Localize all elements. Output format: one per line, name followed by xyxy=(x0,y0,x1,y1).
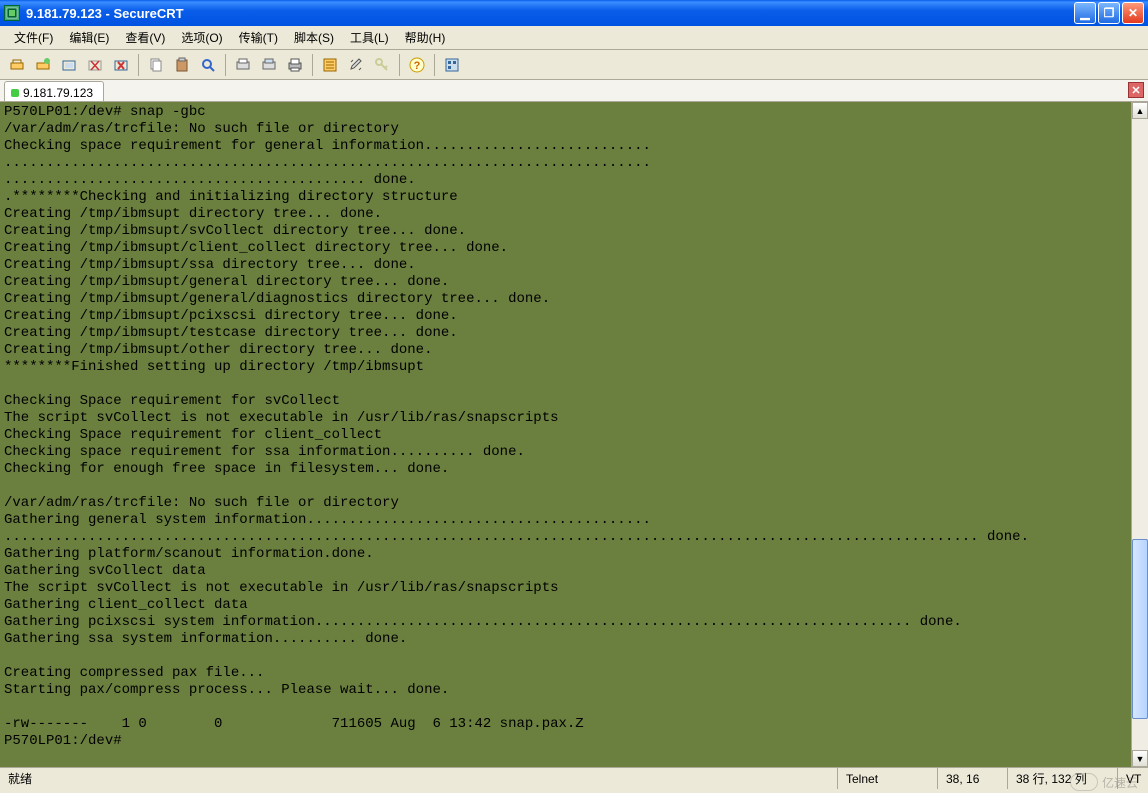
print-screen-icon[interactable] xyxy=(232,54,254,76)
menu-edit[interactable]: 编辑(E) xyxy=(61,27,117,48)
app-icon xyxy=(4,5,20,21)
scroll-track[interactable] xyxy=(1132,119,1148,750)
scroll-down-icon[interactable]: ▼ xyxy=(1132,750,1148,767)
help-icon[interactable]: ? xyxy=(406,54,428,76)
print-selection-icon[interactable] xyxy=(258,54,280,76)
watermark-text: 亿速云 xyxy=(1102,774,1138,791)
scroll-thumb[interactable] xyxy=(1132,539,1148,719)
statusbar: 就绪 Telnet 38, 16 38 行, 132 列 VT xyxy=(0,767,1148,789)
find-icon[interactable] xyxy=(197,54,219,76)
copy-icon[interactable] xyxy=(145,54,167,76)
tab-status-icon xyxy=(11,89,19,97)
toolbar: ? xyxy=(0,50,1148,80)
window-title: 9.181.79.123 - SecureCRT xyxy=(26,6,184,21)
scroll-up-icon[interactable]: ▲ xyxy=(1132,102,1148,119)
toolbar-separator xyxy=(312,54,313,76)
reconnect-icon[interactable] xyxy=(58,54,80,76)
status-cursor: 38, 16 xyxy=(938,768,1008,789)
tab-label: 9.181.79.123 xyxy=(23,86,93,100)
disconnect-all-icon[interactable] xyxy=(110,54,132,76)
menu-view[interactable]: 查看(V) xyxy=(117,27,173,48)
key-icon[interactable] xyxy=(371,54,393,76)
cloud-icon xyxy=(1070,773,1098,791)
minimize-button[interactable]: ▁ xyxy=(1074,2,1096,24)
toolbar-separator xyxy=(225,54,226,76)
paste-icon[interactable] xyxy=(171,54,193,76)
properties-icon[interactable] xyxy=(319,54,341,76)
svg-text:?: ? xyxy=(414,60,421,72)
terminal-area: P570LP01:/dev# snap -gbc /var/adm/ras/tr… xyxy=(0,102,1148,767)
menu-file[interactable]: 文件(F) xyxy=(6,27,61,48)
titlebar: 9.181.79.123 - SecureCRT ▁ ❐ ✕ xyxy=(0,0,1148,26)
tab-close-button[interactable]: ✕ xyxy=(1128,82,1144,98)
menu-options[interactable]: 选项(O) xyxy=(173,27,230,48)
scrollbar[interactable]: ▲ ▼ xyxy=(1131,102,1148,767)
status-ready: 就绪 xyxy=(0,768,838,789)
close-button[interactable]: ✕ xyxy=(1122,2,1144,24)
toolbar-separator xyxy=(434,54,435,76)
print-icon[interactable] xyxy=(284,54,306,76)
watermark: 亿速云 xyxy=(1070,773,1138,791)
toolbar-separator xyxy=(138,54,139,76)
quick-connect-icon[interactable] xyxy=(6,54,28,76)
settings-icon[interactable] xyxy=(345,54,367,76)
menu-tools[interactable]: 工具(L) xyxy=(342,27,397,48)
menu-script[interactable]: 脚本(S) xyxy=(286,27,342,48)
disconnect-icon[interactable] xyxy=(84,54,106,76)
terminal[interactable]: P570LP01:/dev# snap -gbc /var/adm/ras/tr… xyxy=(0,102,1131,767)
maximize-button[interactable]: ❐ xyxy=(1098,2,1120,24)
session-tab[interactable]: 9.181.79.123 xyxy=(4,81,104,101)
tabbar: 9.181.79.123 ✕ xyxy=(0,80,1148,102)
toolbar-separator xyxy=(399,54,400,76)
session-manager-icon[interactable] xyxy=(441,54,463,76)
menu-help[interactable]: 帮助(H) xyxy=(397,27,454,48)
connect-icon[interactable] xyxy=(32,54,54,76)
menubar: 文件(F) 编辑(E) 查看(V) 选项(O) 传输(T) 脚本(S) 工具(L… xyxy=(0,26,1148,50)
menu-transfer[interactable]: 传输(T) xyxy=(231,27,286,48)
status-protocol: Telnet xyxy=(838,768,938,789)
